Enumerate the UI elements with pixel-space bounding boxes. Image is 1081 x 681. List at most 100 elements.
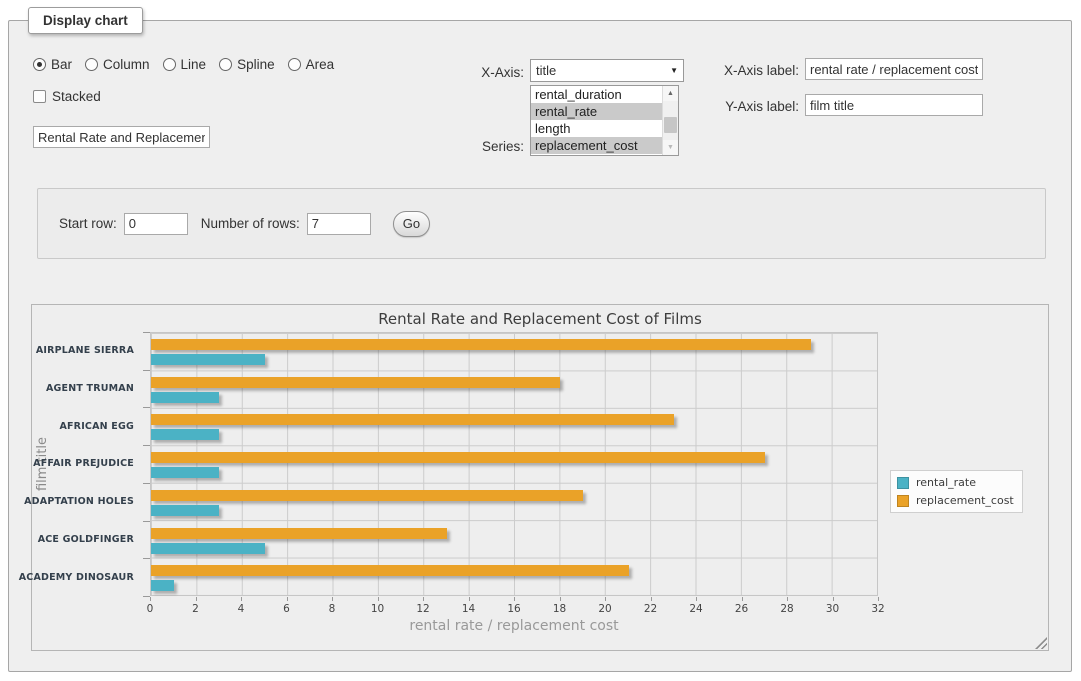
- bar-replacement_cost: [151, 565, 629, 576]
- series-options: rental_duration rental_rate length repla…: [531, 86, 662, 155]
- legend-item-replacement_cost: replacement_cost: [897, 494, 1014, 507]
- display-chart-fieldset: Display chart Bar Column Line Spline Are…: [8, 20, 1072, 672]
- x-tick-label: 22: [644, 603, 657, 615]
- chart-type-radio-bar[interactable]: Bar: [33, 57, 72, 72]
- number-of-rows-label: Number of rows:: [201, 216, 300, 231]
- chart-title-input[interactable]: [33, 126, 210, 148]
- x-tick-label: 24: [689, 603, 702, 615]
- bar-replacement_cost: [151, 452, 765, 463]
- x-axis-tick: [605, 597, 606, 601]
- chart-container: Rental Rate and Replacement Cost of Film…: [31, 304, 1049, 651]
- x-tick-label: 4: [238, 603, 245, 615]
- category-label: ACADEMY DINOSAUR: [32, 558, 142, 596]
- series-option-replacement-cost[interactable]: replacement_cost: [531, 137, 662, 154]
- x-axis-tick: [287, 597, 288, 601]
- x-tick-label: 12: [416, 603, 429, 615]
- series-option-rental-rate[interactable]: rental_rate: [531, 103, 662, 120]
- y-axis-tick: [143, 521, 150, 522]
- bar-rental_rate: [151, 467, 219, 478]
- x-axis-tick: [150, 597, 151, 601]
- x-tick-label: 18: [553, 603, 566, 615]
- x-tick-label: 8: [329, 603, 336, 615]
- bar-rental_rate: [151, 354, 265, 365]
- x-tick-label: 32: [871, 603, 884, 615]
- y-axis-tick: [143, 596, 150, 597]
- x-tick-label: 26: [735, 603, 748, 615]
- scroll-down-icon[interactable]: ▼: [663, 140, 678, 155]
- stacked-checkbox[interactable]: [33, 90, 46, 103]
- x-tick-label: 6: [283, 603, 290, 615]
- fieldset-legend: Display chart: [28, 7, 143, 34]
- chart-type-radio-column[interactable]: Column: [85, 57, 150, 72]
- bar-rental_rate: [151, 580, 174, 591]
- plot-area: [150, 332, 878, 596]
- x-axis-tick: [560, 597, 561, 601]
- stacked-checkbox-row[interactable]: Stacked: [33, 89, 101, 104]
- radio-icon[interactable]: [85, 58, 98, 71]
- x-axis-tick: [196, 597, 197, 601]
- bar-replacement_cost: [151, 490, 583, 501]
- legend-swatch: [897, 477, 909, 489]
- scroll-up-icon[interactable]: ▲: [663, 86, 678, 101]
- x-axis-tick: [787, 597, 788, 601]
- x-axis-title: rental rate / replacement cost: [150, 618, 878, 634]
- x-axis-select[interactable]: title ▼: [530, 59, 684, 82]
- start-row-input[interactable]: [124, 213, 188, 235]
- x-axis-label-input[interactable]: [805, 58, 983, 80]
- category-label: AFFAIR PREJUDICE: [32, 445, 142, 483]
- category-label: ADAPTATION HOLES: [32, 483, 142, 521]
- radio-icon[interactable]: [219, 58, 232, 71]
- number-of-rows-input[interactable]: [307, 213, 371, 235]
- chevron-down-icon: ▼: [670, 66, 678, 75]
- x-axis-select-label: X-Axis:: [429, 65, 524, 80]
- chart-type-radio-line[interactable]: Line: [163, 57, 207, 72]
- resize-handle-icon[interactable]: [1035, 637, 1047, 649]
- legend-swatch: [897, 495, 909, 507]
- bar-replacement_cost: [151, 339, 811, 350]
- x-axis-tick: [241, 597, 242, 601]
- series-select-label: Series:: [429, 139, 524, 154]
- series-option-length[interactable]: length: [531, 120, 662, 137]
- scrollbar-track[interactable]: [663, 101, 678, 140]
- y-axis-tick: [143, 558, 150, 559]
- chart-type-radio-area[interactable]: Area: [288, 57, 335, 72]
- x-tick-label: 30: [826, 603, 839, 615]
- x-tick-label: 2: [192, 603, 199, 615]
- x-axis-tick: [696, 597, 697, 601]
- scrollbar-thumb[interactable]: [664, 117, 677, 133]
- start-row-label: Start row:: [59, 216, 117, 231]
- y-axis-tick: [143, 445, 150, 446]
- radio-label: Line: [181, 57, 207, 72]
- radio-label: Spline: [237, 57, 275, 72]
- go-button[interactable]: Go: [393, 211, 430, 237]
- series-listbox[interactable]: rental_duration rental_rate length repla…: [530, 85, 679, 156]
- x-axis-tick: [878, 597, 879, 601]
- x-axis-tick: [742, 597, 743, 601]
- chart-type-radio-spline[interactable]: Spline: [219, 57, 275, 72]
- legend-label: replacement_cost: [916, 494, 1014, 507]
- category-label: AFRICAN EGG: [32, 407, 142, 445]
- category-label: AIRPLANE SIERRA: [32, 332, 142, 370]
- radio-label: Area: [306, 57, 335, 72]
- chart-type-radio-group: Bar Column Line Spline Area: [33, 57, 334, 72]
- x-axis-tick: [469, 597, 470, 601]
- radio-icon[interactable]: [288, 58, 301, 71]
- bar-rental_rate: [151, 505, 219, 516]
- legend-label: rental_rate: [916, 476, 976, 489]
- x-axis-tick: [378, 597, 379, 601]
- x-axis-tick: [651, 597, 652, 601]
- y-axis-tick: [143, 407, 150, 408]
- radio-icon[interactable]: [163, 58, 176, 71]
- series-option-rental-duration[interactable]: rental_duration: [531, 86, 662, 103]
- x-tick-label: 14: [462, 603, 475, 615]
- x-axis-selected-value: title: [536, 63, 556, 78]
- chart-title: Rental Rate and Replacement Cost of Film…: [32, 310, 1048, 328]
- radio-icon[interactable]: [33, 58, 46, 71]
- radio-label: Bar: [51, 57, 72, 72]
- y-axis-label-input[interactable]: [805, 94, 983, 116]
- x-axis-tick: [833, 597, 834, 601]
- y-axis-tick: [143, 370, 150, 371]
- listbox-scrollbar[interactable]: ▲ ▼: [662, 86, 678, 155]
- row-range-panel: Start row: Number of rows: Go: [37, 188, 1046, 259]
- y-axis-label-field-label: Y-Axis label:: [697, 99, 799, 114]
